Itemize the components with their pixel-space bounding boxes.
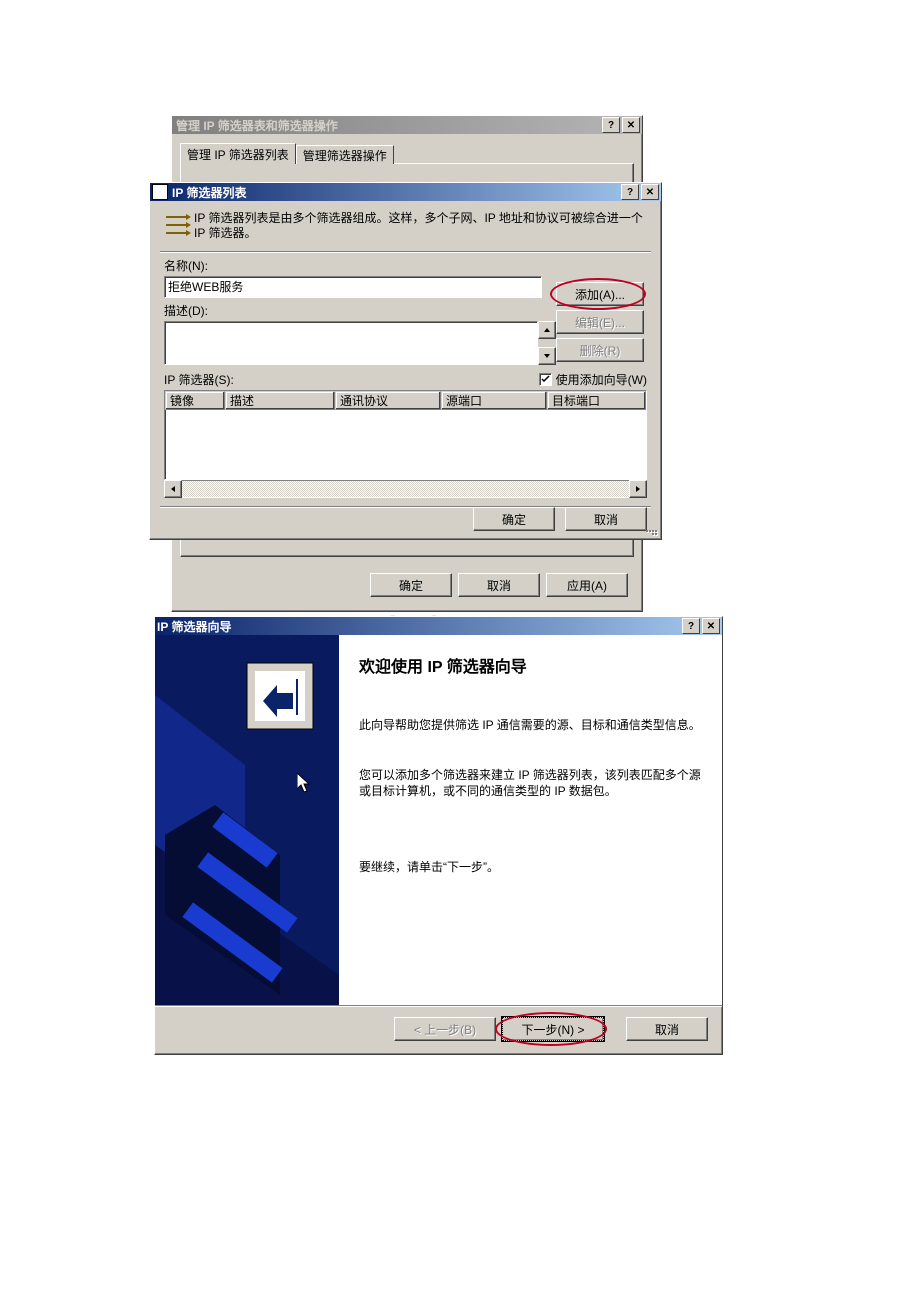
wizard-paragraph-2: 您可以添加多个筛选器来建立 IP 筛选器列表，该列表匹配多个源或目标计算机，或不… — [359, 767, 702, 799]
scroll-left-icon[interactable] — [164, 480, 182, 498]
col-protocol[interactable]: 通讯协议 — [335, 391, 441, 410]
help-icon[interactable]: ? — [602, 117, 620, 133]
description-input[interactable] — [164, 321, 538, 365]
wizard-titlebar: IP 筛选器向导 ? ✕ — [155, 617, 722, 635]
filter-list-table[interactable]: 镜像 描述 通讯协议 源端口 目标端口 — [164, 390, 647, 480]
name-label: 名称(N): — [164, 257, 647, 274]
filter-list-title: IP 筛选器列表 — [172, 184, 246, 201]
col-source-port[interactable]: 源端口 — [441, 391, 547, 410]
scroll-up-icon[interactable] — [538, 321, 556, 339]
scroll-right-icon[interactable] — [629, 480, 647, 498]
cursor-icon — [297, 773, 315, 795]
cancel-button[interactable]: 取消 — [565, 507, 647, 531]
wizard-paragraph-3: 要继续，请单击“下一步”。 — [359, 859, 702, 875]
manage-filters-titlebar: 管理 IP 筛选器表和筛选器操作 ? ✕ — [172, 116, 642, 134]
add-button[interactable]: 添加(A)... — [556, 282, 644, 306]
ok-button[interactable]: 确定 — [473, 507, 555, 531]
description-label: 描述(D): — [164, 302, 556, 319]
cancel-button[interactable]: 取消 — [458, 573, 540, 597]
close-icon[interactable]: ✕ — [641, 184, 659, 200]
name-input[interactable]: 拒绝WEB服务 — [164, 276, 542, 298]
close-icon[interactable]: ✕ — [702, 618, 720, 634]
wizard-heading: 欢迎使用 IP 筛选器向导 — [359, 653, 702, 677]
help-icon[interactable]: ? — [682, 618, 700, 634]
wizard-title: IP 筛选器向导 — [157, 618, 231, 635]
col-mirror[interactable]: 镜像 — [165, 391, 225, 410]
resize-grip[interactable] — [643, 523, 659, 537]
col-dest-port[interactable]: 目标端口 — [547, 391, 646, 410]
close-icon[interactable]: ✕ — [622, 117, 640, 133]
edit-button: 编辑(E)... — [556, 310, 644, 334]
apply-button[interactable]: 应用(A) — [546, 573, 628, 597]
wizard-paragraph-1: 此向导帮助您提供筛选 IP 通信需要的源、目标和通信类型信息。 — [359, 717, 702, 733]
scroll-down-icon[interactable] — [538, 347, 556, 365]
next-button[interactable]: 下一步(N) > — [502, 1017, 604, 1041]
ip-filter-list-dialog: IP 筛选器列表 ? ✕ IP 筛选器列表是由多个筛选器组成。这样，多个子网、I… — [149, 182, 662, 540]
filters-label: IP 筛选器(S): — [164, 371, 234, 388]
delete-button: 删除(R) — [556, 338, 644, 362]
col-desc[interactable]: 描述 — [225, 391, 335, 410]
filter-icon — [164, 211, 194, 241]
ok-button[interactable]: 确定 — [370, 573, 452, 597]
tab-filter-lists[interactable]: 管理 IP 筛选器列表 — [180, 143, 296, 164]
use-wizard-checkbox[interactable]: 使用添加向导(W) — [539, 371, 647, 388]
back-button: < 上一步(B) — [394, 1017, 496, 1041]
wizard-banner — [155, 635, 339, 1005]
tab-filter-actions[interactable]: 管理筛选器操作 — [296, 145, 394, 164]
check-icon — [541, 375, 550, 384]
help-icon[interactable]: ? — [621, 184, 639, 200]
ip-filter-wizard-dialog: IP 筛选器向导 ? ✕ 欢迎 — [154, 616, 723, 1055]
filter-list-intro: IP 筛选器列表是由多个筛选器组成。这样，多个子网、IP 地址和协议可被综合进一… — [194, 211, 647, 241]
manage-filters-title: 管理 IP 筛选器表和筛选器操作 — [176, 117, 338, 134]
filter-list-titlebar: IP 筛选器列表 ? ✕ — [150, 183, 661, 201]
window-icon — [152, 184, 168, 200]
cancel-button[interactable]: 取消 — [626, 1017, 708, 1041]
